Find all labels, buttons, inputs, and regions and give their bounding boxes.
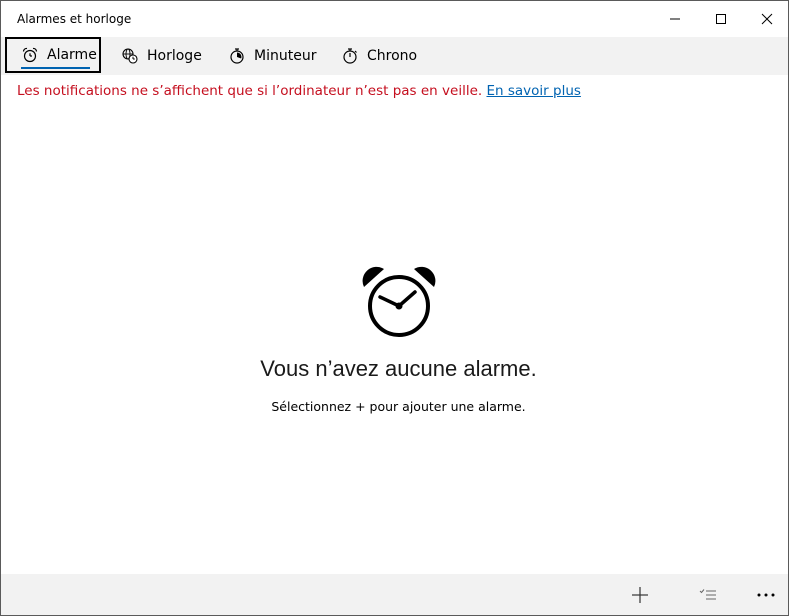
tab-chrono[interactable]: Chrono [341, 37, 417, 75]
notice-text: Les notifications ne s’affichent que si … [17, 83, 483, 99]
add-icon [632, 586, 648, 603]
tab-label: Horloge [147, 48, 202, 64]
tab-label: Minuteur [254, 48, 317, 64]
learn-more-link[interactable]: En savoir plus [486, 83, 580, 99]
tab-alarme[interactable]: Alarme [5, 37, 101, 73]
more-options-button[interactable] [744, 574, 788, 615]
window-title: Alarmes et horloge [17, 12, 132, 26]
command-bar [1, 574, 788, 615]
stopwatch-icon [341, 47, 359, 65]
title-bar: Alarmes et horloge [1, 1, 788, 37]
tab-horloge[interactable]: Horloge [121, 37, 202, 75]
sleep-notice: Les notifications ne s’affichent que si … [17, 83, 581, 99]
tab-label: Alarme [47, 47, 97, 63]
more-icon [757, 593, 775, 596]
timer-icon [228, 47, 246, 65]
tab-minuteur[interactable]: Minuteur [228, 37, 316, 75]
select-alarms-button[interactable] [686, 574, 730, 615]
empty-state-title: Vous n’avez aucune alarme. [260, 356, 537, 381]
empty-state-subtitle: Sélectionnez + pour ajouter une alarme. [271, 399, 526, 414]
minimize-button[interactable] [652, 1, 698, 37]
tab-label: Chrono [367, 48, 418, 64]
maximize-button[interactable] [698, 1, 744, 37]
tab-bar: Alarme Horloge Minuteur Chrono [1, 37, 788, 75]
close-icon [761, 13, 773, 25]
alarm-clock-icon [21, 46, 39, 64]
main-content: Les notifications ne s’affichent que si … [1, 75, 788, 574]
alarm-clock-icon [362, 266, 436, 337]
add-alarm-button[interactable] [618, 574, 662, 615]
app-window: Alarmes et horloge Alarme Horloge Minute… [0, 0, 789, 616]
close-button[interactable] [744, 1, 788, 37]
maximize-icon [716, 14, 726, 24]
selected-tab-indicator [21, 67, 90, 69]
minimize-icon [670, 18, 680, 20]
select-list-icon [699, 588, 716, 599]
world-clock-icon [121, 47, 139, 65]
